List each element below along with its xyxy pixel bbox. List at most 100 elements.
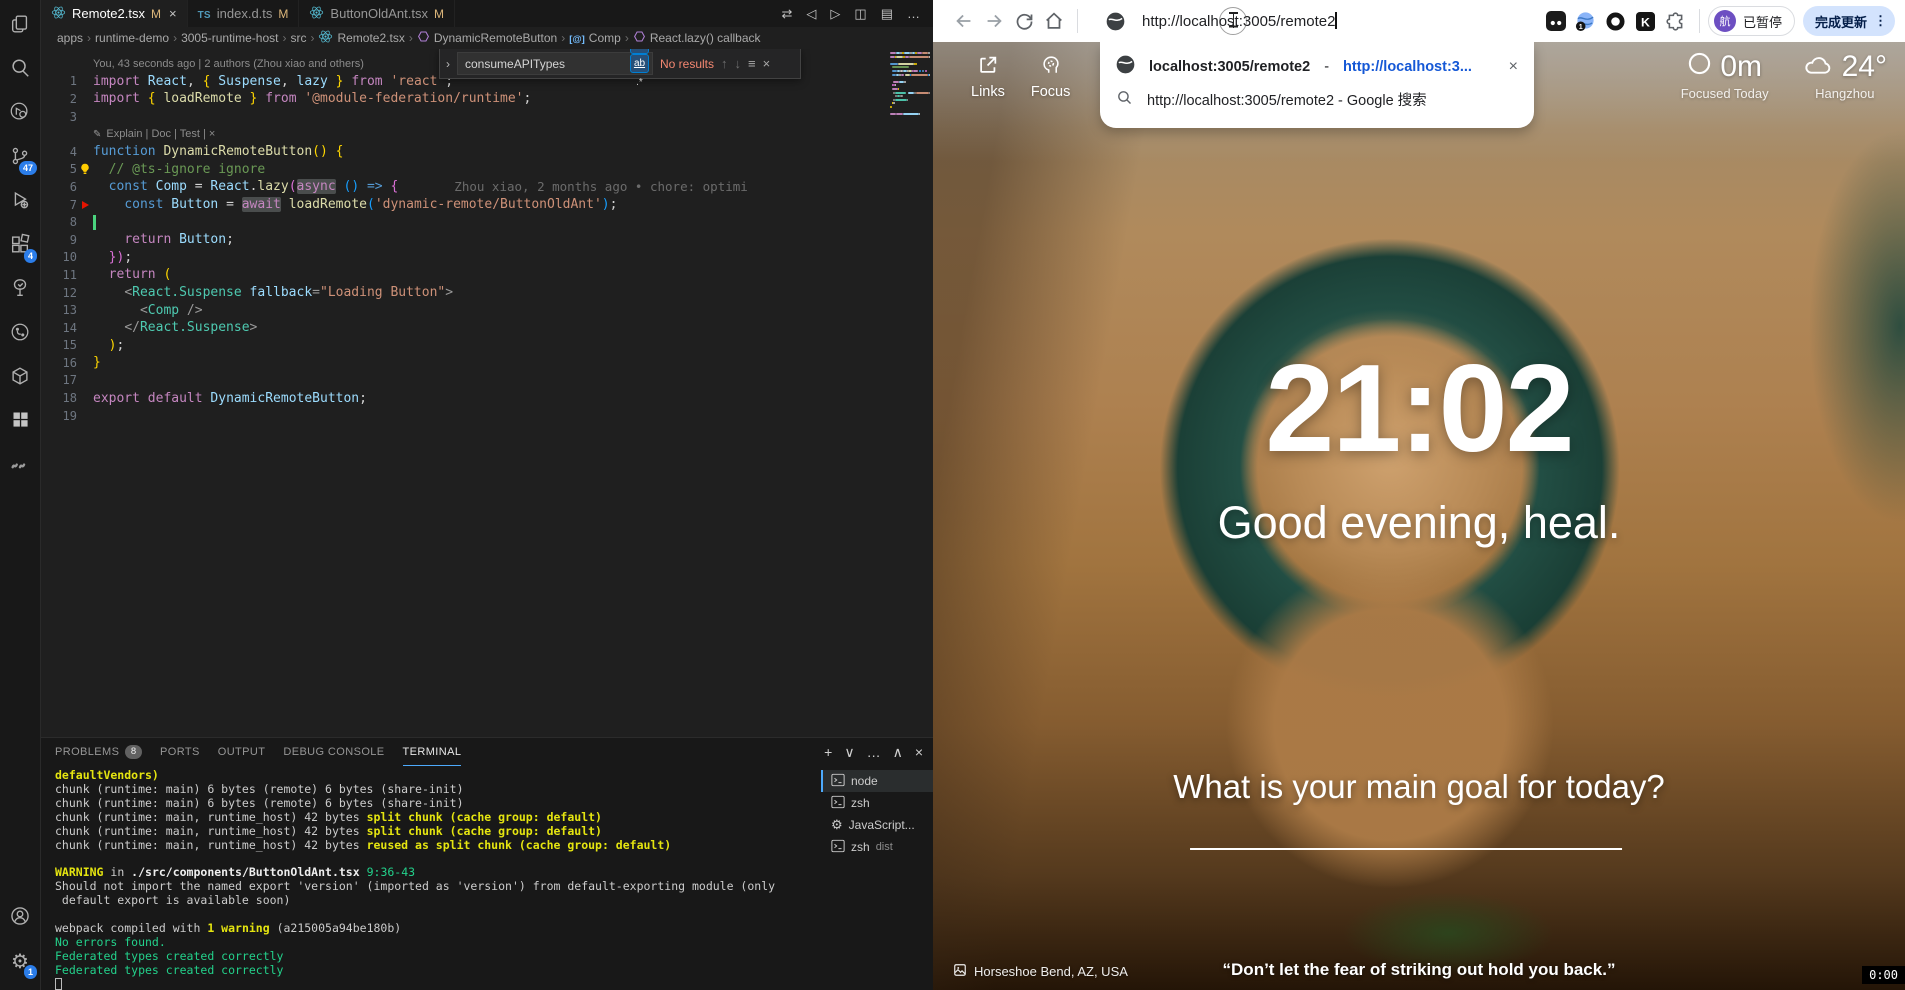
compare-changes-icon[interactable]: ⇄ [782, 6, 793, 22]
tab-index.d.ts[interactable]: TSindex.d.tsM [188, 0, 300, 27]
terminal-picker-icon[interactable]: ∨ [844, 744, 854, 761]
kebab-menu-icon[interactable]: ⋮ [1874, 13, 1887, 29]
home-icon[interactable] [1039, 6, 1069, 36]
activity-item-explorer[interactable] [0, 4, 40, 48]
code-line[interactable]: 2import { loadRemote } from '@module-fed… [41, 90, 887, 108]
terminal-output[interactable]: defaultVendors)chunk (runtime: main) 6 b… [41, 766, 821, 990]
tab-Remote2.tsx[interactable]: Remote2.tsxM× [41, 0, 188, 27]
breadcrumb-item[interactable]: apps [57, 31, 83, 45]
address-bar[interactable]: http://localhost:3005/remote2 [1086, 6, 1541, 36]
code-line[interactable]: 15 ); [41, 337, 887, 355]
find-previous-icon[interactable]: ↑ [721, 56, 728, 71]
code-line[interactable]: 5 // @ts-ignore ignore [41, 161, 887, 179]
find-next-icon[interactable]: ↓ [735, 56, 742, 71]
close-panel-icon[interactable]: × [915, 744, 923, 760]
panel-tab-problems[interactable]: PROBLEMS8 [55, 738, 142, 766]
tab-ButtonOldAnt.tsx[interactable]: ButtonOldAnt.tsxM [299, 0, 455, 27]
maximize-panel-icon[interactable]: ∧ [893, 744, 903, 761]
more-actions-icon[interactable]: … [907, 6, 921, 21]
site-info-globe-icon[interactable] [1100, 6, 1130, 36]
breadcrumb-item[interactable]: 3005-runtime-host [181, 31, 278, 45]
activity-item-accounts[interactable] [0, 896, 40, 940]
weather-widget[interactable]: 24° Hangzhou [1803, 50, 1887, 101]
breadcrumb-item[interactable]: src [290, 31, 306, 45]
tab-close-icon[interactable]: × [169, 6, 177, 21]
find-option-regex[interactable]: .* [630, 73, 649, 92]
extension-darkreader-icon[interactable] [1541, 6, 1571, 36]
panel-tab-ports[interactable]: PORTS [160, 738, 200, 766]
code-line[interactable]: 13 <Comp /> [41, 301, 887, 319]
breadcrumb-item[interactable]: React.lazy() callback [633, 30, 761, 46]
code-line[interactable]: 10 }); [41, 249, 887, 267]
goal-input[interactable] [1190, 848, 1622, 850]
code-line[interactable]: 8 [41, 213, 887, 231]
breadcrumb-item[interactable]: [@]Comp [569, 31, 621, 45]
extension-globe-icon[interactable]: 1 [1571, 6, 1601, 36]
focused-today-widget[interactable]: 0m Focused Today [1681, 50, 1769, 101]
terminal-list-item-JavaScript...[interactable]: ⚙JavaScript... [821, 814, 933, 836]
editor[interactable]: You, 43 seconds ago | 2 authors (Zhou xi… [41, 49, 933, 737]
activity-item-wakatime[interactable] [0, 444, 40, 488]
code-line[interactable]: 9 return Button; [41, 231, 887, 249]
url-text[interactable]: http://localhost:3005/remote2 [1142, 12, 1337, 30]
breadcrumb-item[interactable]: Remote2.tsx [318, 29, 404, 47]
previous-change-icon[interactable]: ◁ [806, 6, 816, 22]
minimap[interactable] [890, 52, 930, 120]
remove-suggestion-icon[interactable]: × [1509, 58, 1518, 76]
customize-layout-icon[interactable]: ▤ [881, 6, 893, 22]
code-line[interactable]: 4function DynamicRemoteButton() { [41, 143, 887, 161]
find-query[interactable]: consumeAPITypes [465, 57, 627, 71]
panel-tab-debug-console[interactable]: DEBUG CONSOLE [283, 738, 384, 766]
terminal-list-item-zsh[interactable]: zshdist [821, 836, 933, 858]
code-line[interactable]: 19 [41, 407, 887, 425]
extension-k-icon[interactable]: K [1631, 6, 1661, 36]
breadcrumb-item[interactable]: runtime-demo [95, 31, 169, 45]
activity-item-settings[interactable]: ⚙1 [0, 940, 40, 984]
activity-item-container-tools[interactable] [0, 356, 40, 400]
activity-item-extensions[interactable]: 4 [0, 224, 40, 268]
find-in-selection-icon[interactable]: ≡ [748, 56, 756, 71]
activity-item-source-control[interactable]: 47 [0, 136, 40, 180]
links-button[interactable]: Links [971, 54, 1005, 100]
activity-item-run-debug[interactable] [0, 180, 40, 224]
terminal-list-item-node[interactable]: node [821, 770, 933, 792]
split-editor-icon[interactable]: ◫ [854, 6, 866, 22]
code-line[interactable]: 7 const Button = await loadRemote('dynam… [41, 196, 887, 214]
code-line[interactable]: 14 </React.Suspense> [41, 319, 887, 337]
codelens[interactable]: ✎Explain | Doc | Test | × [41, 125, 887, 143]
code-line[interactable]: 11 return ( [41, 266, 887, 284]
find-close-icon[interactable]: × [763, 56, 771, 71]
activity-item-gitlens[interactable] [0, 92, 40, 136]
activity-item-project-manager[interactable] [0, 400, 40, 444]
next-change-icon[interactable]: ▷ [830, 6, 840, 22]
find-input[interactable]: consumeAPITypes Aaab.* [457, 52, 653, 75]
focus-button[interactable]: Focus [1031, 54, 1071, 100]
activity-item-todo-tree[interactable] [0, 268, 40, 312]
reload-icon[interactable] [1009, 6, 1039, 36]
extension-ring-icon[interactable] [1601, 6, 1631, 36]
breadcrumb-item[interactable]: DynamicRemoteButton [417, 30, 557, 46]
more-actions-icon[interactable]: … [867, 744, 881, 760]
terminal-list-item-zsh[interactable]: zsh [821, 792, 933, 814]
forward-icon[interactable] [979, 6, 1009, 36]
suggestion-search[interactable]: http://localhost:3005/remote2 - Google 搜… [1100, 83, 1534, 116]
focus-value: 0m [1720, 50, 1762, 84]
activity-item-search[interactable] [0, 48, 40, 92]
activity-item-git-graph[interactable] [0, 312, 40, 356]
code-line[interactable]: 17 [41, 372, 887, 390]
code-line[interactable]: 16} [41, 354, 887, 372]
finish-update-button[interactable]: 完成更新 ⋮ [1803, 6, 1895, 36]
recording-paused-pill[interactable]: 航 已暂停 [1708, 6, 1795, 36]
extensions-menu-icon[interactable] [1661, 6, 1691, 36]
code-line[interactable]: 12 <React.Suspense fallback="Loading But… [41, 284, 887, 302]
panel-tab-terminal[interactable]: TERMINAL [403, 738, 462, 766]
code-line[interactable]: 3 [41, 108, 887, 126]
suggestion-nav[interactable]: localhost:3005/remote2 - http://localhos… [1100, 50, 1534, 83]
code-line[interactable]: 18export default DynamicRemoteButton; [41, 389, 887, 407]
new-terminal-icon[interactable]: + [824, 744, 832, 760]
back-icon[interactable] [949, 6, 979, 36]
find-toggle-replace-icon[interactable]: › [446, 57, 450, 71]
code-line[interactable]: 6 const Comp = React.lazy(async () => {Z… [41, 178, 887, 196]
panel-tab-output[interactable]: OUTPUT [218, 738, 266, 766]
find-option-whole-word[interactable]: ab [630, 54, 649, 73]
